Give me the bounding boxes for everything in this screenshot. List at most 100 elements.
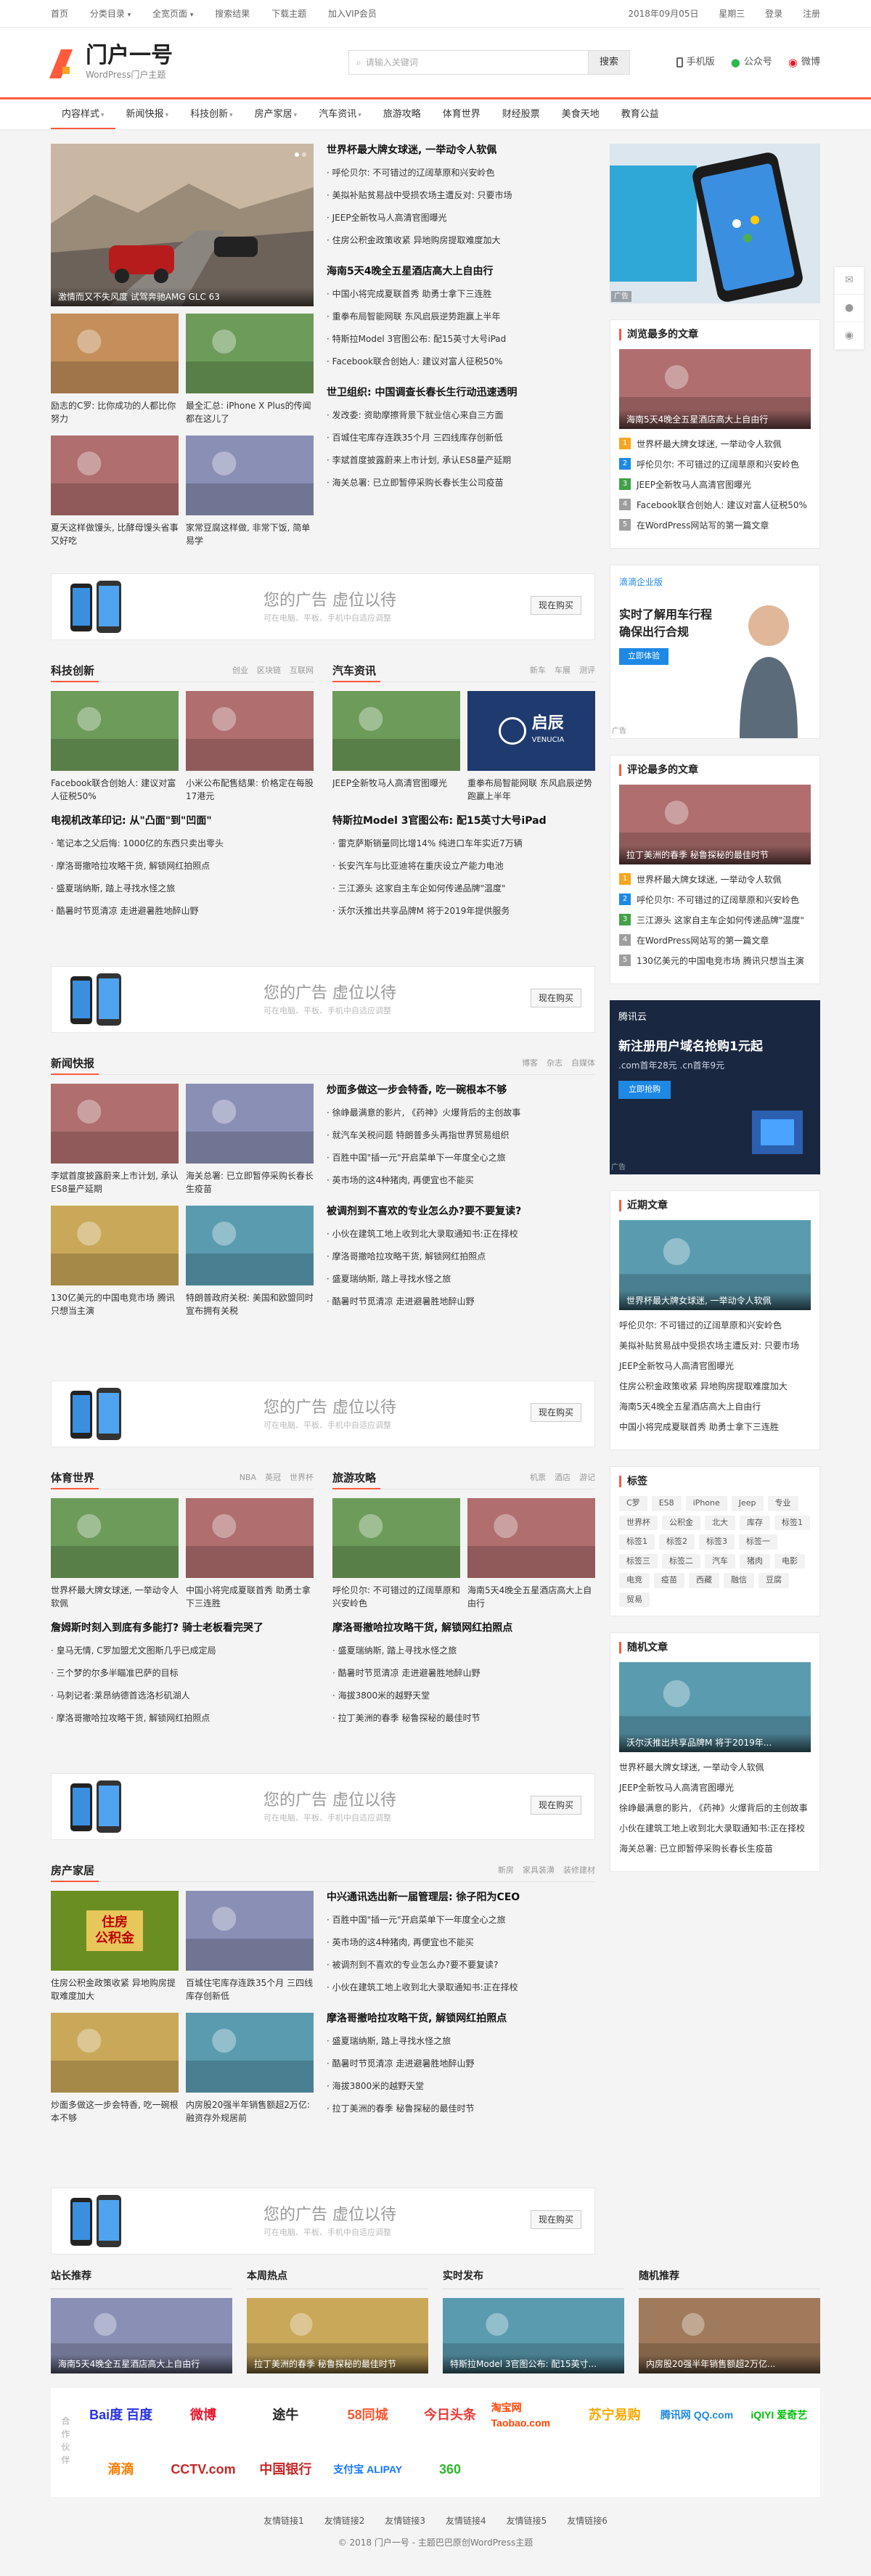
section-tag[interactable]: NBA xyxy=(240,1472,256,1484)
ranked-item[interactable]: 4 在WordPress网站写的第一篇文章 xyxy=(619,934,811,947)
chat-icon[interactable]: ✉ xyxy=(835,267,864,295)
friend-link[interactable]: 友情链接6 xyxy=(567,2516,608,2526)
buy-now-button[interactable]: 现在购买 xyxy=(530,1403,581,1422)
article-card[interactable]: 家常豆腐这样做, 非常下饭, 简单易学 xyxy=(186,436,314,547)
buy-now-button[interactable]: 现在购买 xyxy=(530,2210,581,2229)
top-link-categories[interactable]: 分类目录 ▾ xyxy=(90,9,131,19)
list-item[interactable]: · 小伙在建筑工地上收到北大录取通知书:正在择校 xyxy=(327,1223,595,1246)
partner-logo[interactable]: 滴滴 xyxy=(108,2460,134,2479)
list-item[interactable]: 海南5天4晚全五星酒店高大上自由行 xyxy=(619,1400,811,1413)
list-item[interactable]: · 百胜中国"插一元"开启菜单下一年度全心之旅 xyxy=(327,1147,595,1169)
ad-banner[interactable]: 您的广告 虚位以待 可在电脑、平板、手机中自适应调整 现在购买 xyxy=(51,966,595,1033)
list-item[interactable]: · 皇马无情, C罗加盟尤文图斯几乎已成定局 xyxy=(51,1640,314,1662)
ad-banner[interactable]: 您的广告 虚位以待 可在电脑、平板、手机中自适应调整 现在购买 xyxy=(51,1773,595,1840)
tag-link[interactable]: 专业 xyxy=(767,1496,798,1511)
list-item[interactable]: 徐峥最满意的影片, 《药神》火爆背后的主创故事 xyxy=(619,1802,811,1815)
list-item[interactable]: · 马刺记者:莱昂纳德首选洛杉矶湖人 xyxy=(51,1685,314,1707)
footer-feature[interactable]: 海南5天4晚全五星酒店高大上自由行 xyxy=(51,2298,232,2373)
list-item[interactable]: 小伙在建筑工地上收到北大录取通知书:正在择校 xyxy=(619,1822,811,1835)
tag-link[interactable]: ES8 xyxy=(651,1496,682,1511)
article-card[interactable]: 励志的C罗: 比你成功的人都比你努力 xyxy=(51,314,179,425)
article-card[interactable]: 呼伦贝尔: 不可错过的辽阔草原和兴安岭色 xyxy=(332,1498,460,1610)
tag-link[interactable]: 西藏 xyxy=(689,1573,719,1588)
tag-link[interactable]: 汽车 xyxy=(705,1553,735,1569)
list-item[interactable]: · 百城住宅库存连跌35个月 三四线库存创新低 xyxy=(327,427,595,449)
footer-feature[interactable]: 特斯拉Model 3官图公布: 配15英寸... xyxy=(443,2298,624,2373)
tag-link[interactable]: 电竞 xyxy=(619,1573,650,1588)
list-item[interactable]: 呼伦贝尔: 不可错过的辽阔草原和兴安岭色 xyxy=(619,1319,811,1332)
list-item[interactable]: 海关总署: 已立即暂停采购长春长生疫苗 xyxy=(619,1842,811,1855)
headline-link[interactable]: 摩洛哥撤哈拉攻略干货, 解锁网红拍照点 xyxy=(327,2008,595,2030)
list-item[interactable]: · 笔记本之父后悔: 1000亿的东西只卖出零头 xyxy=(51,833,314,855)
list-item[interactable]: JEEP全新牧马人高清官图曝光 xyxy=(619,1781,811,1794)
ad-banner[interactable]: 您的广告 虚位以待 可在电脑、平板、手机中自适应调整 现在购买 xyxy=(51,2188,595,2254)
section-tag[interactable]: 世界杯 xyxy=(290,1472,314,1484)
tag-link[interactable]: 贸易 xyxy=(619,1592,650,1607)
list-item[interactable]: · 沃尔沃推出共享品牌M 将于2019年提供服务 xyxy=(332,900,595,923)
list-item[interactable]: · 呼伦贝尔: 不可错过的辽阔草原和兴安岭色 xyxy=(327,162,595,184)
list-item[interactable]: · 住房公积金政策收紧 异地购房提取难度加大 xyxy=(327,229,595,252)
friend-link[interactable]: 友情链接3 xyxy=(385,2516,425,2526)
ranked-item[interactable]: 4 Facebook联合创始人: 建议对富人征税50% xyxy=(619,499,811,512)
list-item[interactable]: · 摩洛哥撤哈拉攻略干货, 解锁网红拍照点 xyxy=(51,1707,314,1730)
section-tag[interactable]: 机票 xyxy=(530,1472,546,1484)
tag-link[interactable]: C罗 xyxy=(619,1496,647,1511)
search-input[interactable]: ⌕ 请输入关键词 xyxy=(348,50,588,75)
list-item[interactable]: · 百胜中国"插一元"开启菜单下一年度全心之旅 xyxy=(327,1909,595,1931)
ranked-item[interactable]: 5 130亿美元的中国电竞市场 腾讯只想当主演 xyxy=(619,954,811,968)
featured-slide[interactable]: 激情而又不失风度 试驾奔驰AMG GLC 63 xyxy=(51,144,314,306)
article-card[interactable]: 住房 公积金 住房公积金政策收紧 异地购房提取难度加大 xyxy=(51,1891,179,2003)
article-card[interactable]: 特朗普政府关税: 美国和欧盟同时宣布拥有关税 xyxy=(186,1206,314,1317)
list-item[interactable]: · 长安汽车与比亚迪将在重庆设立产能力电池 xyxy=(332,855,595,878)
list-item[interactable]: 住房公积金政策收紧 异地购房提取难度加大 xyxy=(619,1380,811,1393)
article-card[interactable]: 夏天这样做馒头, 比酵母馒头省事又好吃 xyxy=(51,436,179,547)
partner-logo[interactable]: 微博 xyxy=(190,2405,216,2425)
buy-now-button[interactable]: 现在购买 xyxy=(530,596,581,615)
list-item[interactable]: JEEP全新牧马人高清官图曝光 xyxy=(619,1359,811,1373)
ranked-item[interactable]: 2 呼伦贝尔: 不可错过的辽阔草原和兴安岭色 xyxy=(619,458,811,471)
tag-link[interactable]: 公积金 xyxy=(662,1515,700,1530)
buy-now-button[interactable]: 现在购买 xyxy=(530,989,581,1007)
section-title[interactable]: 体育世界 xyxy=(51,1468,99,1489)
footer-feature[interactable]: 拉丁美洲的春季 秘鲁探秘的最佳时节 xyxy=(247,2298,428,2373)
headline-link[interactable]: 炒面多做这一步会特香, 吃一碗根本不够 xyxy=(327,1079,595,1102)
list-item[interactable]: · 盛夏瑞纳斯, 踏上寻找水怪之旅 xyxy=(51,878,314,900)
partner-logo[interactable]: 途牛 xyxy=(272,2405,298,2425)
tag-link[interactable]: 标签3 xyxy=(699,1534,735,1550)
list-item[interactable]: · 盛夏瑞纳斯, 踏上寻找水怪之旅 xyxy=(327,1268,595,1291)
widget-feature[interactable]: 拉丁美洲的春季 秘鲁探秘的最佳时节 xyxy=(619,785,811,864)
list-item[interactable]: · 摩洛哥撤哈拉攻略干货, 解锁网红拍照点 xyxy=(51,855,314,878)
list-item[interactable]: · 海关总署: 已立即暂停采购长春长生公司疫苗 xyxy=(327,472,595,494)
list-item[interactable]: · 酷暑时节觅清凉 走进避暑胜地醉山野 xyxy=(327,1291,595,1313)
section-tag[interactable]: 测评 xyxy=(579,665,595,677)
headline-link[interactable]: 中兴通讯选出新一届管理层: 徐子阳为CEO xyxy=(327,1886,595,1909)
tag-link[interactable]: 标签1 xyxy=(619,1534,655,1550)
list-item[interactable]: · 就汽车关税问题 特朗普多头再指世界贸易组织 xyxy=(327,1124,595,1147)
section-tag[interactable]: 创业 xyxy=(232,665,248,677)
list-item[interactable]: · 盛夏瑞纳斯, 踏上寻找水怪之旅 xyxy=(327,2030,595,2053)
article-card[interactable]: 中国小将完成夏联首秀 助勇士拿下三连胜 xyxy=(186,1498,314,1610)
tag-link[interactable]: 电影 xyxy=(774,1553,805,1569)
nav-item[interactable]: 内容样式 ▾ xyxy=(51,99,115,129)
partner-logo[interactable]: 苏宁易购 xyxy=(589,2405,641,2425)
nav-item[interactable]: 科技创新 ▾ xyxy=(179,99,244,129)
article-card[interactable]: 李斌首度披露蔚来上市计划, 承认ES8量产延期 xyxy=(51,1084,179,1195)
weibo-float-icon[interactable]: ◉ xyxy=(835,322,864,350)
section-tag[interactable]: 游记 xyxy=(579,1472,595,1484)
list-item[interactable]: · 海拔3800米的越野天堂 xyxy=(327,2075,595,2098)
top-link-fullwidth[interactable]: 全宽页面 ▾ xyxy=(152,9,193,19)
partner-logo[interactable]: CCTV.com xyxy=(171,2460,235,2479)
sidebar-cloud-ad[interactable]: 腾讯云 新注册用户域名抢购1元起 .com首年28元 .cn首年9元 立即抢购 … xyxy=(610,1000,820,1174)
list-item[interactable]: 中国小将完成夏联首秀 助勇士拿下三连胜 xyxy=(619,1420,811,1434)
section-tag[interactable]: 新车 xyxy=(530,665,546,677)
login-link[interactable]: 登录 xyxy=(765,9,782,19)
article-card[interactable]: 世界杯最大牌女球迷, 一举动令人软佩 xyxy=(51,1498,179,1610)
list-item[interactable]: · 摩洛哥撤哈拉攻略干货, 解锁网红拍照点 xyxy=(327,1246,595,1268)
section-tag[interactable]: 车展 xyxy=(555,665,571,677)
tag-link[interactable]: 疫苗 xyxy=(654,1573,684,1588)
register-link[interactable]: 注册 xyxy=(803,9,820,19)
headline-link[interactable]: 世界杯最大牌女球迷, 一举动令人软佩 xyxy=(327,139,595,162)
section-title[interactable]: 汽车资讯 xyxy=(332,661,381,682)
nav-item[interactable]: 美食天地 xyxy=(551,99,610,129)
section-title[interactable]: 科技创新 xyxy=(51,661,99,682)
